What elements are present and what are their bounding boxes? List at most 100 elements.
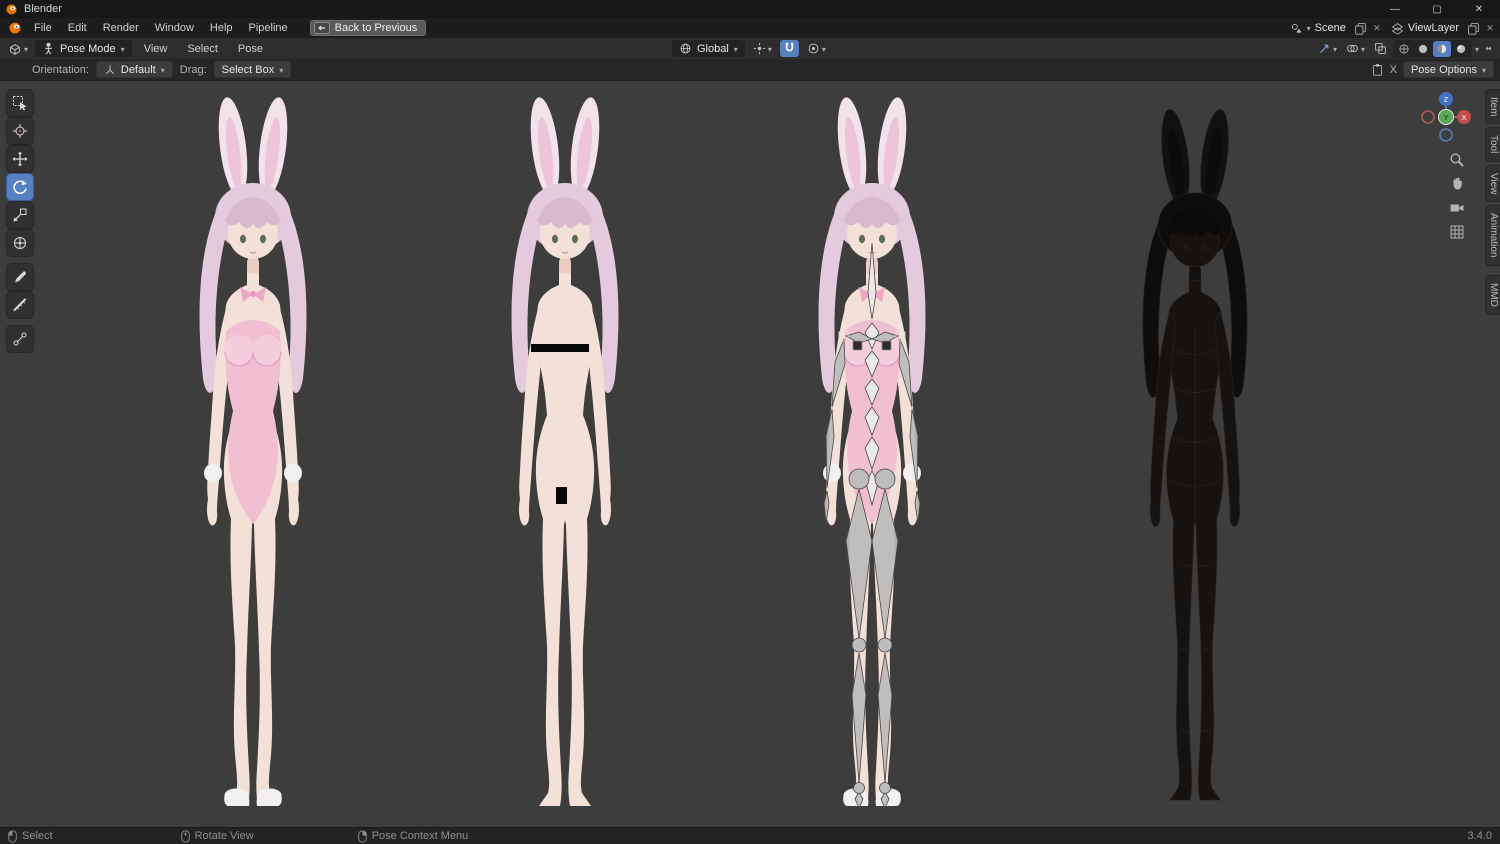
- expand-header-icon[interactable]: [1482, 42, 1495, 55]
- menubar-right: Scene ViewLayer: [1286, 18, 1496, 38]
- tab-item[interactable]: Item: [1485, 89, 1500, 125]
- proportional-edit-icon: [808, 43, 819, 54]
- maximize-button[interactable]: ▢: [1416, 0, 1458, 18]
- shading-dropdown-caret[interactable]: [1475, 43, 1479, 55]
- mouse-left-icon: [8, 829, 17, 843]
- globe-icon: [680, 43, 691, 54]
- drag-mode-dropdown[interactable]: Select Box: [213, 61, 292, 78]
- tool-scale[interactable]: [7, 202, 33, 228]
- mouse-middle-icon: [180, 829, 190, 843]
- snap-toggle[interactable]: [779, 40, 799, 57]
- cursor-3d-icon: [13, 124, 27, 138]
- proportional-caret: [822, 43, 826, 55]
- axes-icon: [105, 65, 114, 74]
- tool-settings-right: X Pose Options: [1371, 59, 1494, 80]
- menu-render[interactable]: Render: [95, 20, 147, 36]
- tool-transform[interactable]: [7, 230, 33, 256]
- menu-pipeline[interactable]: Pipeline: [241, 20, 296, 36]
- tool-annotate[interactable]: [7, 264, 33, 290]
- menu-edit[interactable]: Edit: [60, 20, 95, 36]
- gizmos-dropdown[interactable]: [1315, 40, 1340, 57]
- move-icon: [12, 151, 28, 167]
- shading-rendered-button[interactable]: [1452, 41, 1470, 57]
- clipboard-icon[interactable]: [1371, 63, 1384, 76]
- tool-pose-breakdowner[interactable]: [7, 326, 33, 352]
- unlink-scene-button[interactable]: [1371, 23, 1383, 34]
- back-arrow-key-icon: [313, 22, 330, 34]
- tool-move[interactable]: [7, 146, 33, 172]
- scene-selector[interactable]: Scene: [1286, 21, 1350, 36]
- tool-select-box[interactable]: [7, 90, 33, 116]
- model-armature-overlay[interactable]: [782, 93, 962, 811]
- minimize-button[interactable]: —: [1374, 0, 1416, 18]
- remove-viewlayer-button[interactable]: [1484, 23, 1496, 34]
- tool-rotate[interactable]: [7, 174, 33, 200]
- new-viewlayer-icon[interactable]: [1467, 22, 1480, 35]
- menu-help[interactable]: Help: [202, 20, 241, 36]
- orientation-default-dropdown[interactable]: Default: [95, 61, 173, 78]
- overlays-caret: [1361, 43, 1365, 55]
- snap-target-dropdown[interactable]: [750, 40, 775, 57]
- scene-name: Scene: [1314, 22, 1346, 34]
- tab-view[interactable]: View: [1485, 164, 1500, 203]
- ortho-grid-toggle[interactable]: [1448, 223, 1466, 241]
- axis-ball-y[interactable]: Y: [1438, 109, 1454, 125]
- new-scene-icon[interactable]: [1354, 22, 1367, 35]
- tool-measure[interactable]: [7, 292, 33, 318]
- window-controls: — ▢ ✕: [1374, 0, 1500, 18]
- menu-file[interactable]: File: [26, 20, 60, 36]
- shading-wireframe-icon: [1399, 44, 1409, 53]
- hand-icon: [1453, 177, 1462, 190]
- mirror-x-label[interactable]: X: [1390, 64, 1397, 76]
- xray-toggle[interactable]: [1371, 40, 1390, 57]
- shading-solid-icon: [1418, 44, 1428, 53]
- camera-view-toggle[interactable]: [1448, 199, 1466, 217]
- model-bunny-suit[interactable]: [163, 93, 343, 811]
- tool-cursor[interactable]: [7, 118, 33, 144]
- pose-options-dropdown[interactable]: Pose Options: [1402, 61, 1494, 78]
- model-wireframe[interactable]: [1105, 105, 1285, 805]
- mode-selector[interactable]: Pose Mode: [35, 40, 132, 57]
- proportional-edit-dropdown[interactable]: [804, 40, 829, 57]
- menu-view[interactable]: View: [136, 41, 176, 57]
- transform-orientation-dropdown[interactable]: Global: [672, 40, 745, 57]
- shading-wireframe-button[interactable]: [1395, 41, 1413, 57]
- navigation-gizmo[interactable]: Z X Y: [1418, 89, 1474, 145]
- pose-mode-icon: [45, 42, 52, 55]
- menu-pose[interactable]: Pose: [230, 41, 271, 57]
- magnet-icon: [785, 42, 794, 52]
- orientation-value: Global: [697, 42, 729, 55]
- drag-mode-caret: [279, 64, 283, 76]
- svg-text:X: X: [1461, 113, 1466, 122]
- close-button[interactable]: ✕: [1458, 0, 1500, 18]
- zoom-tool[interactable]: [1448, 151, 1466, 169]
- orientation-default-caret: [161, 64, 165, 76]
- tab-mmd[interactable]: MMD: [1485, 274, 1500, 315]
- model-body-censored[interactable]: [475, 93, 655, 811]
- viewport-3d[interactable]: Z X Y Item Tool View Animation MMD: [0, 81, 1500, 827]
- axis-ball-x[interactable]: X: [1457, 110, 1471, 124]
- snap-target-caret: [768, 43, 772, 55]
- axis-ball-z[interactable]: Z: [1439, 92, 1453, 106]
- camera-icon: [1450, 204, 1464, 212]
- measure-icon: [13, 298, 27, 312]
- menu-select[interactable]: Select: [179, 41, 226, 57]
- viewlayer-selector[interactable]: ViewLayer: [1387, 21, 1463, 36]
- scene-icon: [1291, 23, 1301, 33]
- menu-window[interactable]: Window: [147, 20, 202, 36]
- editor-type-selector[interactable]: [5, 40, 31, 58]
- shading-solid-button[interactable]: [1414, 41, 1432, 57]
- select-box-icon: [13, 96, 27, 111]
- pose-options-caret: [1482, 64, 1486, 76]
- overlays-dropdown[interactable]: [1343, 40, 1368, 57]
- pan-tool[interactable]: [1448, 175, 1466, 193]
- status-hint-context-menu: Pose Context Menu: [357, 829, 468, 843]
- axis-ball-negative-x[interactable]: [1421, 110, 1435, 124]
- tab-tool[interactable]: Tool: [1485, 127, 1500, 162]
- shading-rendered-icon: [1456, 44, 1466, 53]
- tab-animation[interactable]: Animation: [1485, 205, 1500, 266]
- shading-material-button[interactable]: [1432, 40, 1451, 57]
- axis-ball-negative-z[interactable]: [1439, 128, 1453, 142]
- blender-app-menu[interactable]: [4, 21, 26, 35]
- back-to-previous-button[interactable]: Back to Previous: [309, 20, 427, 36]
